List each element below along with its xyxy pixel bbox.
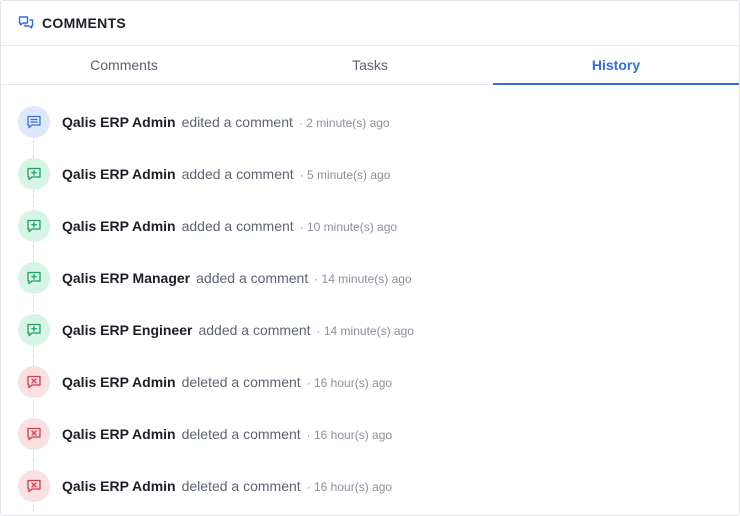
tab-tasks[interactable]: Tasks <box>247 46 493 84</box>
delete-comment-icon <box>18 470 50 502</box>
history-user[interactable]: Qalis ERP Admin <box>62 426 176 442</box>
history-text: Qalis ERP Admin added a comment · 10 minut… <box>62 218 397 234</box>
history-text: Qalis ERP Admin deleted a comment · 16 hou… <box>62 426 392 442</box>
history-item: Qalis ERP Admin deleted a comment · 16 hou… <box>1 408 739 460</box>
history-action: added a comment <box>196 270 309 286</box>
history-time: · 2 minute(s) ago <box>298 116 390 130</box>
add-comment-icon <box>18 210 50 242</box>
delete-comment-icon <box>18 418 50 450</box>
add-comment-icon <box>18 158 50 190</box>
tab-comments-label: Comments <box>90 57 158 73</box>
history-list: Qalis ERP Admin edited a comment · 2 minut… <box>1 96 739 512</box>
history-action: deleted a comment <box>181 478 301 494</box>
history-text: Qalis ERP Admin added a comment · 5 minute… <box>62 166 390 182</box>
edit-comment-icon <box>18 106 50 138</box>
history-action: edited a comment <box>181 114 293 130</box>
history-user[interactable]: Qalis ERP Admin <box>62 218 176 234</box>
history-action: deleted a comment <box>181 426 301 442</box>
history-user[interactable]: Qalis ERP Manager <box>62 270 190 286</box>
history-user[interactable]: Qalis ERP Admin <box>62 374 176 390</box>
history-action: added a comment <box>181 218 294 234</box>
history-user[interactable]: Qalis ERP Admin <box>62 478 176 494</box>
comments-icon <box>18 15 34 31</box>
history-time: · 16 hour(s) ago <box>306 428 393 442</box>
history-item: Qalis ERP Admin deleted a comment · 16 hou… <box>1 356 739 408</box>
history-time: · 5 minute(s) ago <box>299 168 391 182</box>
history-time: · 10 minute(s) ago <box>299 220 398 234</box>
history-timeline: Qalis ERP Admin edited a comment · 2 minut… <box>1 85 739 512</box>
add-comment-icon <box>18 314 50 346</box>
history-text: Qalis ERP Admin edited a comment · 2 minut… <box>62 114 390 130</box>
history-user[interactable]: Qalis ERP Engineer <box>62 322 192 338</box>
history-user[interactable]: Qalis ERP Admin <box>62 114 176 130</box>
history-time: · 16 hour(s) ago <box>306 376 393 390</box>
panel-title: COMMENTS <box>42 15 127 31</box>
history-item: Qalis ERP Admin deleted a comment · 16 hou… <box>1 460 739 512</box>
history-user[interactable]: Qalis ERP Admin <box>62 166 176 182</box>
history-item: Qalis ERP Manager added a comment · 14 min… <box>1 252 739 304</box>
history-item: Qalis ERP Admin added a comment · 5 minute… <box>1 148 739 200</box>
history-time: · 14 minute(s) ago <box>316 324 414 338</box>
history-item: Qalis ERP Admin added a comment · 10 minut… <box>1 200 739 252</box>
panel-header: COMMENTS <box>1 1 739 46</box>
history-item: Qalis ERP Engineer added a comment · 14 mi… <box>1 304 739 356</box>
tab-history[interactable]: History <box>493 46 739 85</box>
tab-comments[interactable]: Comments <box>1 46 247 84</box>
history-action: added a comment <box>181 166 294 182</box>
history-time: · 16 hour(s) ago <box>306 480 393 494</box>
history-text: Qalis ERP Admin deleted a comment · 16 hou… <box>62 478 392 494</box>
tab-tasks-label: Tasks <box>352 57 388 73</box>
history-item: Qalis ERP Admin edited a comment · 2 minut… <box>1 96 739 148</box>
history-text: Qalis ERP Admin deleted a comment · 16 hou… <box>62 374 392 390</box>
comments-panel: COMMENTS Comments Tasks History Qalis ER… <box>0 0 740 516</box>
history-text: Qalis ERP Manager added a comment · 14 min… <box>62 270 412 286</box>
history-action: added a comment <box>198 322 311 338</box>
history-time: · 14 minute(s) ago <box>314 272 412 286</box>
add-comment-icon <box>18 262 50 294</box>
delete-comment-icon <box>18 366 50 398</box>
history-text: Qalis ERP Engineer added a comment · 14 mi… <box>62 322 414 338</box>
tab-history-label: History <box>591 57 641 73</box>
history-action: deleted a comment <box>181 374 301 390</box>
tab-bar: Comments Tasks History <box>1 46 739 85</box>
